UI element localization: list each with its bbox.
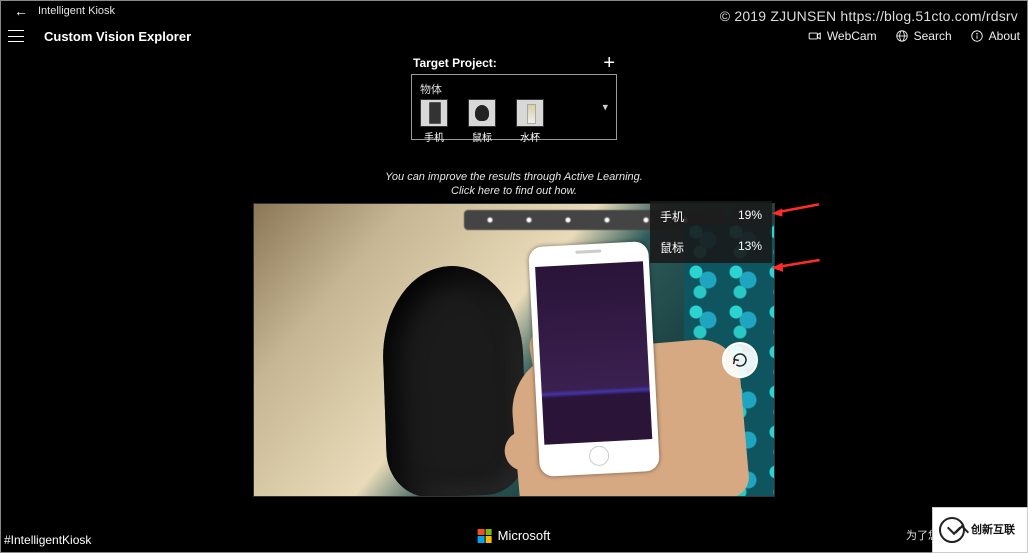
hamburger-menu-icon[interactable] bbox=[8, 28, 24, 44]
hint-line-2: Click here to find out how. bbox=[0, 184, 1028, 198]
search-button[interactable]: Search bbox=[895, 29, 952, 43]
camera-icon bbox=[808, 29, 822, 43]
about-label: About bbox=[989, 29, 1020, 43]
result-row: 手机 19% bbox=[650, 201, 772, 232]
watermark-text: © 2019 ZJUNSEN https://blog.51cto.com/rd… bbox=[720, 8, 1018, 24]
footer-brand: Microsoft bbox=[478, 528, 551, 543]
tag-label: 手机 bbox=[424, 129, 444, 144]
mouse-thumb-icon bbox=[468, 99, 496, 127]
tag-item-mouse[interactable]: 鼠标 bbox=[468, 99, 496, 144]
refresh-icon bbox=[731, 351, 749, 369]
tag-item-phone[interactable]: 手机 bbox=[420, 99, 448, 144]
result-label: 手机 bbox=[660, 208, 684, 225]
tag-label: 水杯 bbox=[520, 129, 540, 144]
globe-icon bbox=[895, 29, 909, 43]
result-value: 13% bbox=[738, 239, 762, 256]
phone-thumb-icon bbox=[420, 99, 448, 127]
badge-text: 创新互联 bbox=[971, 524, 1015, 536]
refresh-button[interactable] bbox=[722, 342, 758, 378]
back-icon[interactable]: ← bbox=[10, 3, 32, 19]
mouse-object bbox=[380, 263, 528, 496]
target-project-panel: Target Project: + 物体 手机 鼠标 水杯 ▾ bbox=[411, 56, 617, 140]
badge-logo-icon bbox=[939, 517, 965, 543]
add-project-icon[interactable]: + bbox=[603, 57, 615, 69]
page-title: Custom Vision Explorer bbox=[44, 29, 191, 44]
chevron-down-icon[interactable]: ▾ bbox=[602, 101, 608, 114]
annotation-arrow-icon bbox=[771, 196, 822, 228]
prediction-results: 手机 19% 鼠标 13% bbox=[650, 201, 772, 263]
site-badge[interactable]: 创新互联 bbox=[932, 507, 1028, 553]
info-icon bbox=[970, 29, 984, 43]
tag-item-cup[interactable]: 水杯 bbox=[516, 99, 544, 144]
search-label: Search bbox=[914, 29, 952, 43]
phone-object bbox=[528, 241, 660, 477]
about-button[interactable]: About bbox=[970, 29, 1020, 43]
app-title: Intelligent Kiosk bbox=[38, 5, 115, 17]
result-value: 19% bbox=[738, 208, 762, 225]
result-label: 鼠标 bbox=[660, 239, 684, 256]
footer-hashtag: #IntelligentKiosk bbox=[4, 533, 91, 547]
webcam-label: WebCam bbox=[827, 29, 877, 43]
result-row: 鼠标 13% bbox=[650, 232, 772, 263]
webcam-button[interactable]: WebCam bbox=[808, 29, 877, 43]
active-learning-hint[interactable]: You can improve the results through Acti… bbox=[0, 170, 1028, 199]
tag-label: 鼠标 bbox=[472, 129, 492, 144]
brand-text: Microsoft bbox=[498, 528, 551, 543]
hint-line-1: You can improve the results through Acti… bbox=[0, 170, 1028, 184]
target-project-label: Target Project: bbox=[413, 56, 497, 70]
command-bar: Custom Vision Explorer WebCam Search Abo… bbox=[0, 22, 1028, 50]
microsoft-logo-icon bbox=[478, 529, 492, 543]
cup-thumb-icon bbox=[516, 99, 544, 127]
project-name: 物体 bbox=[420, 81, 608, 97]
project-selector[interactable]: 物体 手机 鼠标 水杯 ▾ bbox=[411, 74, 617, 140]
